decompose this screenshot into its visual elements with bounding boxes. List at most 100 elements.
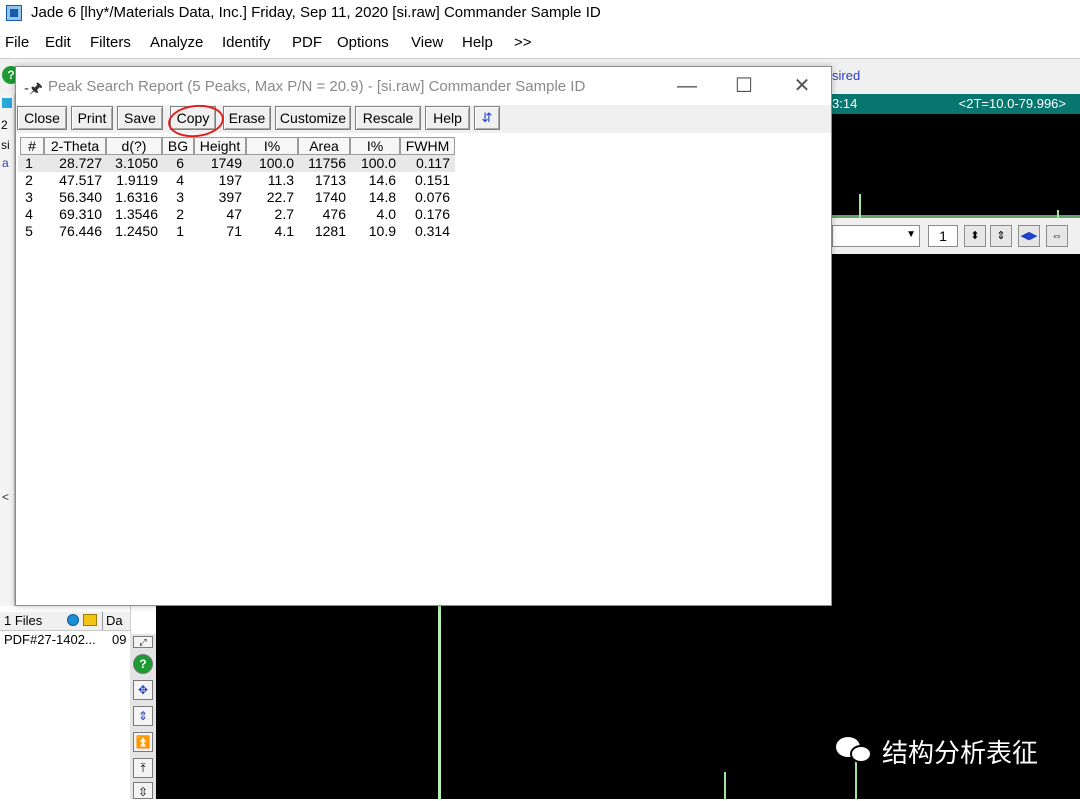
pattern-peak: [438, 604, 441, 799]
menu-pdf[interactable]: PDF: [292, 34, 322, 51]
help-button[interactable]: Help: [425, 106, 470, 130]
vertical-toolbar: ⤢ ? ✥ ⇕ ⏫ ⤒ ⇳: [130, 634, 156, 799]
table-row[interactable]: 5 76.446 1.2450 1 71 4.1 1281 10.9 0.314: [18, 223, 455, 240]
files-header: 1 Files Da: [0, 612, 130, 631]
col-fwhm[interactable]: FWHM: [400, 137, 455, 155]
column-divider[interactable]: [102, 612, 103, 630]
left-panel: 2 si a <: [0, 94, 15, 606]
cell-height-pct: 100.0: [258, 155, 294, 171]
scroll-left-arrow[interactable]: <: [2, 490, 9, 504]
menu-view[interactable]: View: [411, 34, 443, 51]
cell-bg: 1: [176, 223, 184, 239]
customize-button[interactable]: Customize: [275, 106, 351, 130]
col-height[interactable]: Height: [194, 137, 246, 155]
col-height-pct[interactable]: I%: [246, 137, 298, 155]
cell-height: 397: [218, 189, 242, 205]
menu-identify[interactable]: Identify: [222, 34, 270, 51]
watermark-text: 结构分析表征: [882, 739, 1039, 769]
expand-horizontal-icon[interactable]: ◀▶: [1018, 225, 1040, 247]
spin-icon[interactable]: ⬍: [964, 225, 986, 247]
double-up-icon[interactable]: ⏫: [133, 732, 153, 752]
table-row[interactable]: 1 28.727 3.1050 6 1749 100.0 11756 100.0 0.117: [18, 155, 455, 172]
cell-area: 476: [322, 206, 346, 222]
col-area[interactable]: Area: [298, 137, 350, 155]
cell-height-pct: 4.1: [274, 223, 294, 239]
stretch-icon[interactable]: ⇕: [133, 706, 153, 726]
dialog-title-bar[interactable]: -🖈 Peak Search Report (5 Peaks, Max P/N …: [16, 67, 831, 105]
folder-icon[interactable]: [83, 614, 97, 626]
menu-help[interactable]: Help: [462, 34, 493, 51]
cell-d: 1.2450: [115, 223, 158, 239]
menu-more[interactable]: >>: [514, 34, 532, 51]
sort-icon[interactable]: ⇵: [474, 106, 500, 130]
files-count: 1 Files: [4, 613, 43, 628]
chart-overview[interactable]: [832, 114, 1080, 218]
cell-fwhm: 0.176: [414, 206, 450, 222]
cell-index: 2: [25, 172, 33, 188]
chart-header: 3:14 <2T=10.0-79.996>: [832, 94, 1080, 114]
menu-analyze[interactable]: Analyze: [150, 34, 203, 51]
file-name: PDF#27-1402...: [4, 632, 96, 647]
cell-index: 3: [25, 189, 33, 205]
menu-file[interactable]: File: [5, 34, 29, 51]
print-button[interactable]: Print: [71, 106, 113, 130]
overview-peak: [1057, 210, 1059, 218]
list-item[interactable]: PDF#27-1402... 09: [4, 632, 126, 647]
chart-range-label: <2T=10.0-79.996>: [958, 96, 1066, 111]
cell-area: 1281: [314, 223, 346, 239]
maximize-icon[interactable]: ☐: [729, 73, 759, 99]
menu-edit[interactable]: Edit: [45, 34, 71, 51]
help-icon[interactable]: ?: [133, 654, 153, 674]
top-icon[interactable]: ⤒: [133, 758, 153, 778]
cell-height: 47: [226, 206, 242, 222]
overview-peak: [859, 194, 861, 218]
col-index[interactable]: #: [20, 137, 44, 155]
check-icon[interactable]: [67, 614, 79, 626]
cell-d: 1.6316: [115, 189, 158, 205]
close-button[interactable]: Close: [17, 106, 67, 130]
cell-2theta: 28.727: [59, 155, 102, 171]
chart-mode-dropdown[interactable]: [832, 225, 920, 247]
close-icon[interactable]: ✕: [787, 73, 817, 99]
cell-2theta: 47.517: [59, 172, 102, 188]
rescale-button[interactable]: Rescale: [355, 106, 421, 130]
col-d[interactable]: d(?): [106, 137, 162, 155]
cell-area-pct: 100.0: [360, 155, 396, 171]
col-bg[interactable]: BG: [162, 137, 194, 155]
cell-area-pct: 14.6: [368, 172, 396, 188]
table-row[interactable]: 2 47.517 1.9119 4 197 11.3 1713 14.6 0.151: [18, 172, 455, 189]
up-down-icon[interactable]: ⇕: [990, 225, 1012, 247]
move-icon[interactable]: ✥: [133, 680, 153, 700]
file-date: 09: [112, 632, 127, 647]
zoom-icon[interactable]: ⤢: [133, 636, 153, 648]
menu-filters[interactable]: Filters: [90, 34, 131, 51]
dialog-title: Peak Search Report (5 Peaks, Max P/N = 2…: [48, 78, 586, 95]
page-number-field[interactable]: 1: [928, 225, 958, 247]
col-area-pct[interactable]: I%: [350, 137, 400, 155]
panel-icon[interactable]: [2, 98, 12, 108]
col-2theta[interactable]: 2-Theta: [44, 137, 106, 155]
menu-options[interactable]: Options: [337, 34, 389, 51]
up-down-icon[interactable]: ⇳: [133, 782, 153, 799]
cell-height: 1749: [210, 155, 242, 171]
compress-horizontal-icon[interactable]: ⇔: [1046, 225, 1068, 247]
status-area: sired: [832, 66, 1080, 86]
copy-button[interactable]: Copy: [170, 106, 216, 130]
chart-header-left: 3:14: [832, 96, 858, 111]
table-row[interactable]: 4 69.310 1.3546 2 47 2.7 476 4.0 0.176: [18, 206, 455, 223]
cell-d: 1.9119: [116, 172, 158, 188]
cell-bg: 6: [176, 155, 184, 171]
left-panel-text-3: a: [2, 156, 9, 170]
cell-area: 1713: [314, 172, 346, 188]
erase-button[interactable]: Erase: [223, 106, 271, 130]
files-panel: 1 Files Da PDF#27-1402... 09: [0, 606, 131, 799]
wechat-icon: [836, 735, 872, 763]
minimize-icon[interactable]: —: [672, 73, 702, 99]
status-text: sired: [832, 68, 861, 83]
date-column-header[interactable]: Da: [106, 613, 123, 628]
save-button[interactable]: Save: [117, 106, 163, 130]
cell-2theta: 56.340: [59, 189, 102, 205]
app-title-bar: Jade 6 [lhy*/Materials Data, Inc.] Frida…: [0, 0, 1080, 28]
table-row[interactable]: 3 56.340 1.6316 3 397 22.7 1740 14.8 0.076: [18, 189, 455, 206]
pin-icon[interactable]: -🖈: [24, 78, 43, 103]
